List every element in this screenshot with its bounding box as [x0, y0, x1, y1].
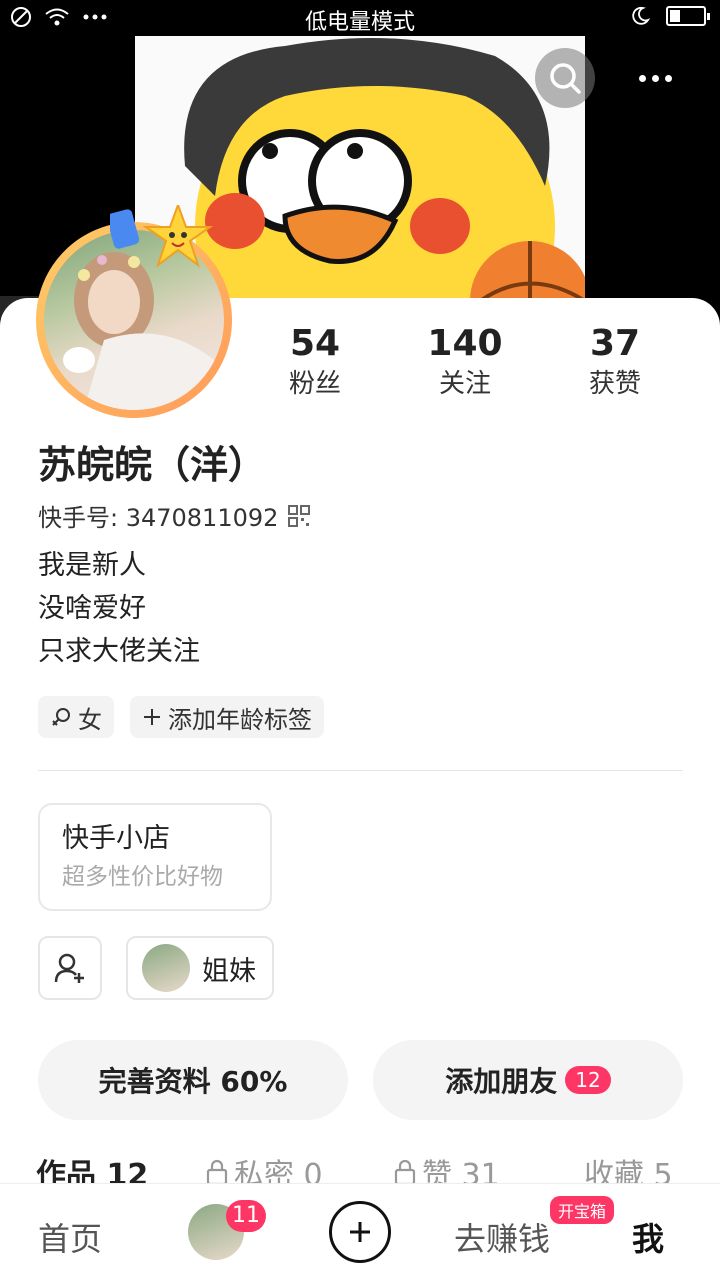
moon-icon: [632, 6, 650, 25]
group-label: 姐妹: [202, 955, 256, 987]
stat-followers[interactable]: 54 粉丝: [240, 322, 390, 402]
plus-icon: [144, 709, 160, 725]
stat-label: 关注: [438, 369, 491, 399]
status-bar: 低电量模式: [0, 0, 720, 36]
tab-works[interactable]: 作品 12: [36, 1150, 148, 1186]
stat-number: 140: [427, 323, 503, 364]
tab-label: 赞 31: [422, 1158, 500, 1186]
tab-label: 私密 0: [234, 1158, 323, 1186]
kuaishou-id-text: 快手号: 3470811092: [38, 504, 279, 532]
add-friend-button[interactable]: [38, 936, 102, 1000]
stat-number: 37: [589, 323, 641, 364]
tab-label: 收藏 5: [584, 1158, 673, 1186]
stat-label: 获赞: [588, 369, 641, 399]
stat-label: 粉丝: [288, 369, 341, 399]
shop-subtitle: 超多性价比好物: [62, 864, 223, 890]
lock-icon: [394, 1159, 416, 1185]
nav-me[interactable]: 我: [632, 1214, 664, 1260]
profile-bio: 我是新人 没啥爱好 只求大佬关注: [38, 544, 200, 673]
profile-tags: 女 添加年龄标签: [38, 696, 324, 738]
profile-stats: 54 粉丝 140 关注 37 获赞: [240, 322, 690, 402]
shop-title: 快手小店: [62, 823, 170, 854]
stat-following[interactable]: 140 关注: [390, 322, 540, 402]
kuaishou-id[interactable]: 快手号: 3470811092: [38, 498, 311, 533]
add-friends-button[interactable]: 添加朋友 12: [373, 1040, 683, 1120]
tab-likes[interactable]: 赞 31: [394, 1150, 500, 1186]
lock-icon: [206, 1159, 228, 1185]
nav-avatar-badge: 11: [226, 1200, 266, 1232]
bio-line: 我是新人: [38, 550, 146, 581]
plus-icon: [350, 1222, 370, 1242]
profile-name: 苏皖皖（洋）: [38, 443, 267, 487]
tab-private[interactable]: 私密 0: [206, 1150, 323, 1186]
tab-label: 作品 12: [36, 1158, 149, 1186]
complete-profile-label: 完善资料 60%: [98, 1065, 288, 1098]
bottom-nav: 首页 11 去赚钱 开宝箱 我: [0, 1183, 720, 1280]
dot-icon: [664, 74, 672, 82]
action-buttons: 完善资料 60% 添加朋友 12: [38, 1040, 683, 1120]
search-icon: [550, 63, 581, 94]
add-friends-label: 添加朋友: [445, 1065, 558, 1098]
group-avatar: [142, 944, 190, 992]
nav-home[interactable]: 首页: [38, 1214, 102, 1260]
divider: [38, 770, 683, 771]
stat-number: 54: [289, 323, 341, 364]
battery-icon: [666, 6, 710, 26]
more-button[interactable]: [625, 58, 685, 98]
bio-line: 只求大佬关注: [38, 636, 200, 667]
gender-label: 女: [78, 705, 102, 734]
qr-code-icon[interactable]: [288, 504, 311, 527]
social-row: 姐妹: [38, 936, 274, 1000]
avatar-decoration-icon: [110, 205, 214, 268]
search-button[interactable]: [535, 48, 595, 108]
create-button[interactable]: [329, 1201, 391, 1263]
group-button[interactable]: 姐妹: [126, 936, 274, 1000]
add-friends-badge: 12: [565, 1066, 611, 1094]
add-user-icon: [54, 953, 84, 983]
dot-icon: [651, 74, 659, 82]
status-right-icons: [630, 6, 710, 26]
dot-icon: [638, 74, 646, 82]
gender-tag[interactable]: 女: [38, 696, 114, 738]
complete-profile-button[interactable]: 完善资料 60%: [38, 1040, 348, 1120]
add-age-tag[interactable]: 添加年龄标签: [130, 696, 324, 738]
nav-earn[interactable]: 去赚钱: [454, 1214, 550, 1260]
earn-badge: 开宝箱: [550, 1196, 615, 1224]
tab-favorites[interactable]: 收藏 5: [584, 1150, 673, 1186]
status-title: 低电量模式: [304, 10, 415, 35]
kuaishou-shop-card[interactable]: 快手小店 超多性价比好物: [38, 803, 272, 911]
add-age-label: 添加年龄标签: [168, 705, 312, 734]
female-icon: [52, 708, 70, 726]
bio-line: 没啥爱好: [38, 593, 146, 624]
content-tabs: 作品 12 私密 0 赞 31 收藏 5: [36, 1150, 686, 1186]
stat-likes[interactable]: 37 获赞: [540, 322, 690, 402]
